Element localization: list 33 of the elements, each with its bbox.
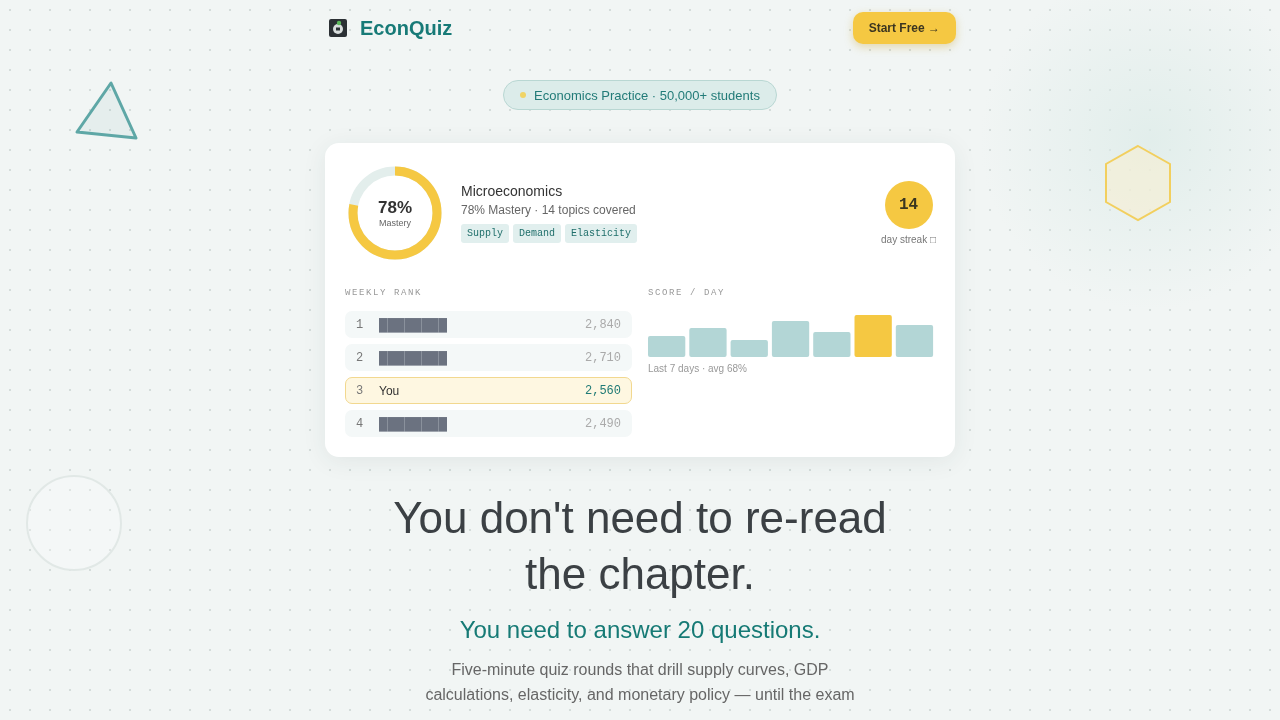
streak-count: 14 xyxy=(884,180,933,229)
chart-caption: Last 7 days · avg 68% xyxy=(648,363,748,375)
rank-number: 4 xyxy=(356,416,365,431)
topic-tag: Elasticity xyxy=(565,224,638,243)
section-title: SCORE / DAY xyxy=(648,287,726,299)
description: Five-minute quiz rounds that drill supply curves, GDP calculations, elasticity, and monetary policy — until the exam xyxy=(424,660,856,705)
mastery-percent: 78% xyxy=(378,197,412,218)
triangle-decoration xyxy=(74,80,140,142)
player-name: ████████ xyxy=(379,350,447,365)
topic-tag: Supply xyxy=(461,224,509,243)
player-score: 2,560 xyxy=(585,383,621,398)
logo-icon xyxy=(329,19,347,37)
player-score: 2,840 xyxy=(585,317,621,332)
rank-number: 1 xyxy=(356,317,365,332)
section-title: WEEKLY RANK xyxy=(345,287,423,299)
player-name: You xyxy=(379,383,400,398)
dot-icon xyxy=(520,92,527,98)
topic-tag: Demand xyxy=(513,224,562,243)
pill-text: Economics Practice · 50,000+ students xyxy=(534,87,760,103)
rank-number: 3 xyxy=(356,383,365,398)
player-name: ████████ xyxy=(379,317,447,332)
subheadline: You need to answer 20 questions. xyxy=(459,615,821,645)
player-name: ████████ xyxy=(379,416,447,431)
subject-summary: 78% Mastery · 14 topics covered xyxy=(461,203,637,218)
player-score: 2,710 xyxy=(585,350,621,365)
subject-title: Microeconomics xyxy=(461,183,564,200)
player-score: 2,490 xyxy=(585,416,621,431)
rank-number: 2 xyxy=(356,350,365,365)
mastery-label: Mastery xyxy=(379,217,411,229)
headline: You don't need to re-read the chapter. xyxy=(392,492,888,600)
start-free-button[interactable]: Start Free → xyxy=(852,12,956,44)
streak-label: day streak □ xyxy=(881,233,936,246)
brand-name: EconQuiz xyxy=(360,16,453,40)
